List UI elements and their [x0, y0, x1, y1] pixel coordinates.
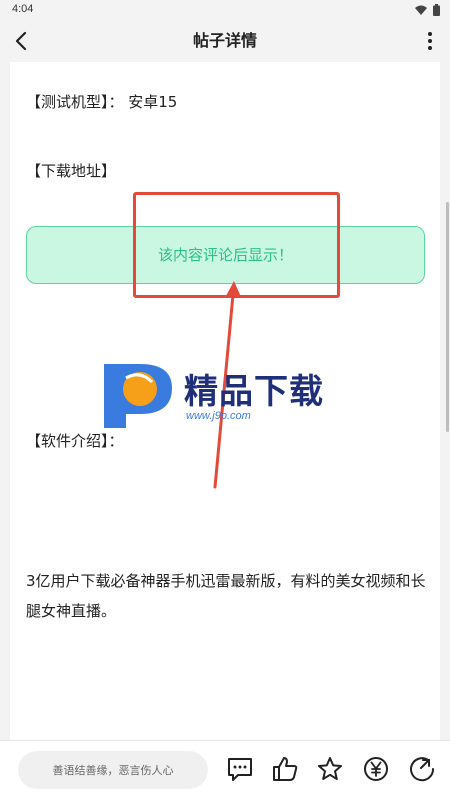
content-frame-right [440, 62, 450, 740]
bottom-action-bar [0, 740, 450, 800]
share-icon[interactable] [408, 755, 436, 783]
like-icon[interactable] [271, 755, 299, 783]
comment-icon[interactable] [226, 755, 254, 783]
scrollbar[interactable] [446, 202, 449, 432]
battery-icon [433, 4, 440, 16]
top-app-bar: 帖子详情 [0, 20, 450, 62]
status-time: 4:04 [12, 3, 34, 15]
status-icons [415, 4, 440, 16]
more-vertical-icon[interactable] [426, 31, 434, 51]
wifi-icon [415, 5, 427, 15]
content-frame-left [0, 62, 10, 740]
test-model-line: 【测试机型】： 安卓15 [26, 93, 178, 111]
star-icon[interactable] [316, 755, 344, 783]
page-title: 帖子详情 [192, 31, 257, 50]
download-label: 【下载地址】 [26, 162, 117, 180]
comment-input[interactable] [18, 751, 208, 789]
status-bar: 4:04 [0, 0, 450, 20]
post-description: 3亿用户下载必备神器手机迅雷最新版，有料的美女视频和长腿女神直播。 [26, 572, 426, 620]
logo-p-icon [104, 364, 172, 428]
watermark-text: 精品下载 [184, 372, 324, 412]
yuan-icon[interactable] [362, 755, 390, 783]
watermark-url: www.j9p.com [186, 410, 251, 422]
red-highlight-annotation [133, 192, 340, 298]
intro-label: 【软件介绍】： [26, 432, 124, 450]
watermark-logo: 精品下载 www.j9p.com [100, 358, 350, 430]
